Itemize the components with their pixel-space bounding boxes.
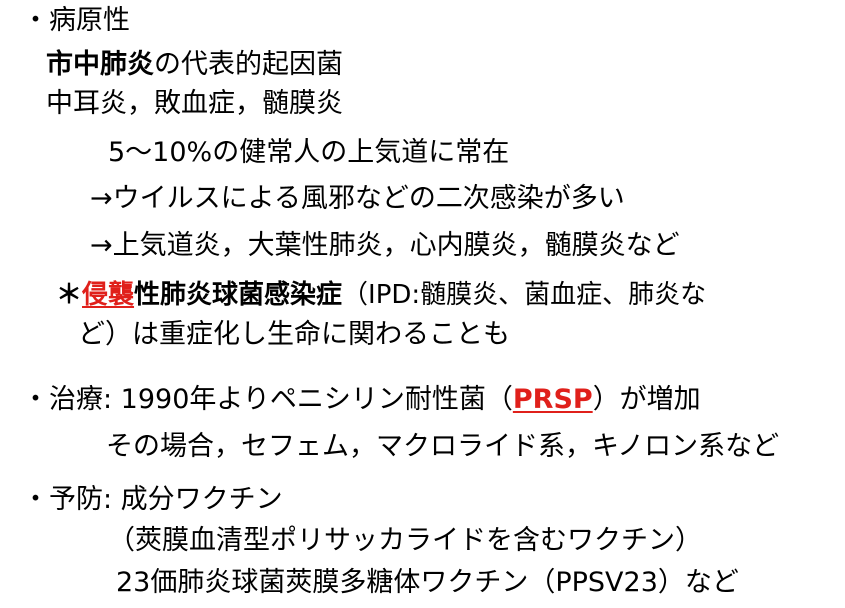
pathogenicity-line-4: →ウイルスによる風邪などの二次感染が多い [90, 183, 625, 214]
treatment-heading-post: ）が増加 [592, 384, 701, 415]
pathogenicity-line-3: 5～10%の健常人の上気道に常在 [108, 137, 510, 168]
treatment-heading: ・治療: 1990年よりペニシリン耐性菌（PRSP）が増加 [22, 383, 701, 417]
prevention-heading: ・予防: 成分ワクチン [22, 484, 283, 515]
pathogenicity-line-5: →上気道炎，大葉性肺炎，心内膜炎，髄膜炎など [90, 230, 680, 261]
pathogenicity-line-2: 中耳炎，敗血症，髄膜炎 [46, 88, 343, 119]
treatment-line-2: その場合，セフェム，マクロライド系，キノロン系など [106, 431, 780, 462]
ipd-term-bold: 性肺炎球菌感染症 [134, 280, 343, 310]
prevention-line-2: （莢膜血清型ポリサッカライドを含むワクチン） [108, 525, 702, 556]
invasive-highlight: 侵襲 [82, 280, 135, 310]
asterisk-mark: ＊ [56, 280, 83, 310]
pathogenicity-heading: ・病原性 [22, 5, 130, 36]
prsp-highlight: PRSP [512, 384, 593, 415]
pathogenicity-line-6: ＊侵襲性肺炎球菌感染症（IPD:髄膜炎、菌血症、肺炎な [56, 278, 706, 312]
pathogenicity-line-7: ど）は重症化し生命に関わることも [78, 319, 510, 350]
pathogenicity-line-1: 市中肺炎の代表的起因菌 [46, 48, 343, 82]
treatment-heading-pre: ・治療: 1990年よりペニシリン耐性菌（ [22, 384, 513, 415]
prevention-line-3: 23価肺炎球菌莢膜多糖体ワクチン（PPSV23）など [116, 567, 739, 598]
community-pneumonia-bold: 市中肺炎 [46, 49, 154, 80]
ipd-detail-text: （IPD:髄膜炎、菌血症、肺炎な [342, 280, 707, 310]
representative-cause-text: の代表的起因菌 [154, 49, 343, 80]
